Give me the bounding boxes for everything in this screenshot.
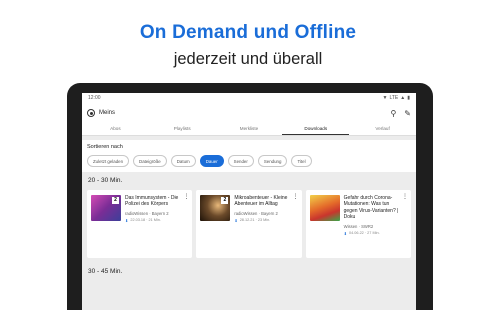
- app-screen: 12:00 ▼ LTE ▲ ▮ Meins ⚲ ✎ Abos Playlists…: [82, 93, 416, 310]
- download-cards: 2 Das Immunsystem - Die Polizei des Körp…: [82, 190, 416, 258]
- episode-title: Das Immunsystem - Die Polizei des Körper…: [125, 195, 179, 208]
- download-card[interactable]: Gefahr durch Corona-Mutationen: Was tun …: [305, 190, 411, 258]
- sort-chip-zuletzt-geladen[interactable]: Zuletzt geladen: [87, 155, 130, 167]
- downloaded-icon: ⬇: [125, 217, 129, 223]
- sort-chip-sender[interactable]: Sender: [227, 155, 254, 167]
- group-header: 30 - 45 Min.: [88, 268, 123, 275]
- episode-title: Mikroabenteuer - Kleine Abenteuer im All…: [234, 195, 288, 208]
- status-icons: ▼ LTE ▲ ▮: [383, 95, 410, 101]
- episode-title: Gefahr durch Corona-Mutationen: Was tun …: [343, 195, 399, 221]
- sort-chip-dateigroesse[interactable]: Dateigröße: [133, 155, 167, 167]
- episode-info: 04.06.22 · 27 Min.: [349, 231, 380, 236]
- group-header: 20 - 30 Min.: [88, 177, 123, 184]
- status-bar: 12:00 ▼ LTE ▲ ▮: [82, 93, 416, 103]
- network-type-icon: LTE: [389, 95, 399, 101]
- sort-section: Sortieren nach Zuletzt geladen Dateigröß…: [82, 140, 416, 172]
- episode-info: 22.03.18 · 21 Min.: [130, 218, 161, 223]
- sort-chip-dauer[interactable]: Dauer: [199, 155, 224, 167]
- sort-chip-datum[interactable]: Datum: [170, 155, 196, 167]
- battery-icon: ▮: [407, 95, 410, 101]
- download-card[interactable]: 2 Das Immunsystem - Die Polizei des Körp…: [87, 190, 193, 258]
- tab-downloads[interactable]: Downloads: [282, 123, 350, 135]
- episode-thumbnail: 2: [91, 195, 121, 221]
- more-options-icon[interactable]: ⋮: [293, 194, 299, 200]
- sort-chip-sendung[interactable]: Sendung: [257, 155, 288, 167]
- channel-logo-icon: 2: [221, 197, 229, 204]
- tab-verlauf[interactable]: Verlauf: [349, 123, 416, 135]
- page-title: Meins: [99, 110, 116, 116]
- tab-bar: Abos Playlists Merkliste Downloads Verla…: [82, 123, 416, 136]
- sort-chip-titel[interactable]: Titel: [291, 155, 312, 167]
- episode-thumbnail: [309, 195, 340, 221]
- tab-merkliste[interactable]: Merkliste: [216, 123, 283, 135]
- downloaded-icon: ⬇: [343, 230, 348, 236]
- channel-logo-icon: 2: [112, 197, 119, 204]
- download-card[interactable]: 2 Mikroabenteuer - Kleine Abenteuer im A…: [196, 190, 302, 258]
- episode-source: Wissen · SWR2: [343, 223, 374, 229]
- tab-playlists[interactable]: Playlists: [149, 123, 216, 135]
- profile-icon[interactable]: [87, 109, 95, 117]
- downloaded-icon: ⬇: [234, 217, 238, 223]
- app-bar: Meins ⚲ ✎: [82, 103, 416, 123]
- episode-source: radioWissen · Bayern 2: [125, 210, 169, 216]
- status-time: 12:00: [88, 95, 101, 101]
- sort-chips: Zuletzt geladen Dateigröße Datum Dauer S…: [87, 155, 411, 167]
- promo-headline: On Demand und Offline: [139, 22, 357, 43]
- edit-icon[interactable]: ✎: [404, 109, 411, 118]
- tab-abos[interactable]: Abos: [82, 123, 149, 135]
- episode-source: radioWissen · Bayern 2: [234, 210, 278, 216]
- promo-subline: jederzeit und überall: [173, 50, 323, 68]
- more-options-icon[interactable]: ⋮: [183, 194, 189, 200]
- more-options-icon[interactable]: ⋮: [402, 194, 408, 200]
- wifi-icon: ▼: [382, 95, 388, 101]
- search-icon[interactable]: ⚲: [390, 109, 396, 118]
- episode-thumbnail: 2: [200, 195, 231, 221]
- sort-title: Sortieren nach: [87, 144, 123, 150]
- signal-icon: ▲: [400, 95, 406, 101]
- episode-info: 28.12.21 · 23 Min.: [239, 218, 271, 223]
